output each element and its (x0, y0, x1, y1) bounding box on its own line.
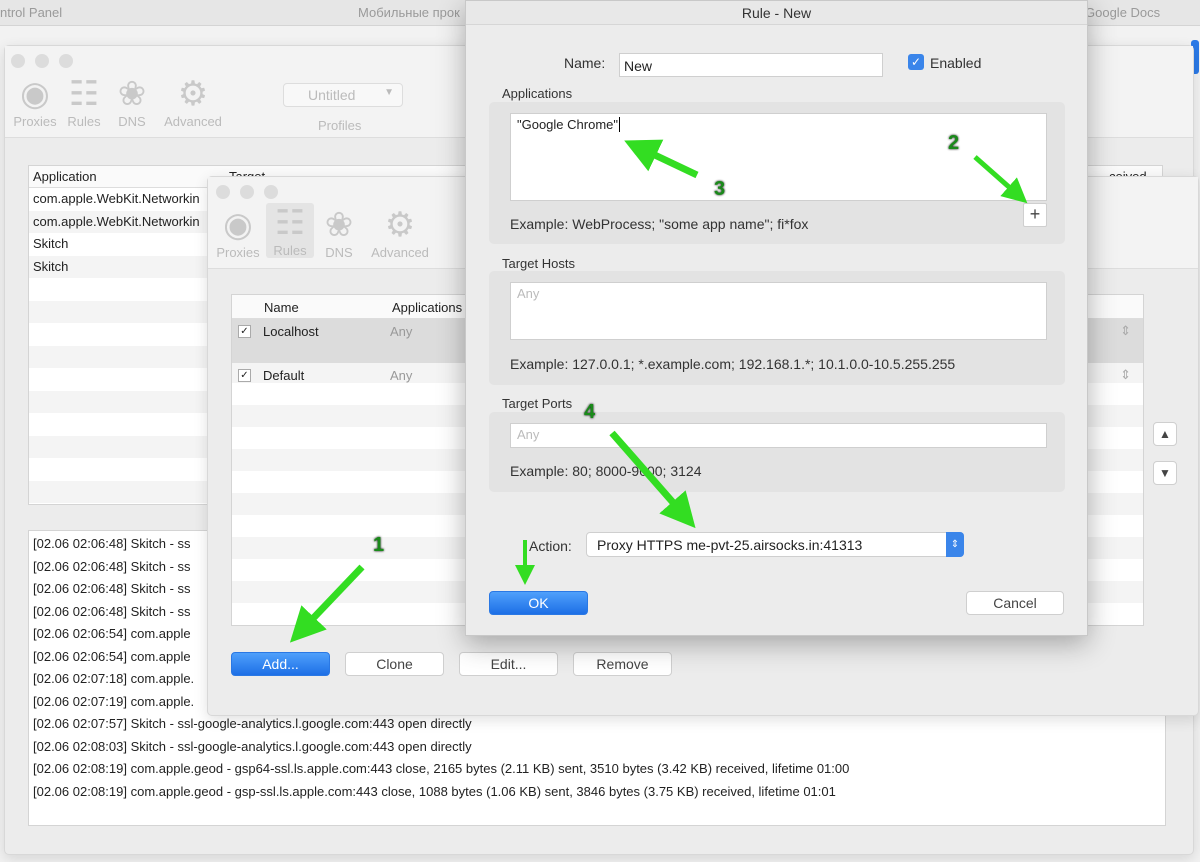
arrow-1 (289, 564, 365, 643)
annotation-4: 4 (584, 401, 596, 423)
annotation-1: 1 (373, 534, 385, 556)
annotation-3: 3 (714, 178, 726, 200)
arrow-3 (624, 139, 699, 179)
arrow-4 (609, 430, 696, 529)
arrow-2 (973, 155, 1028, 204)
annotation-arrows (289, 139, 1028, 643)
annotation-2: 2 (948, 132, 960, 154)
